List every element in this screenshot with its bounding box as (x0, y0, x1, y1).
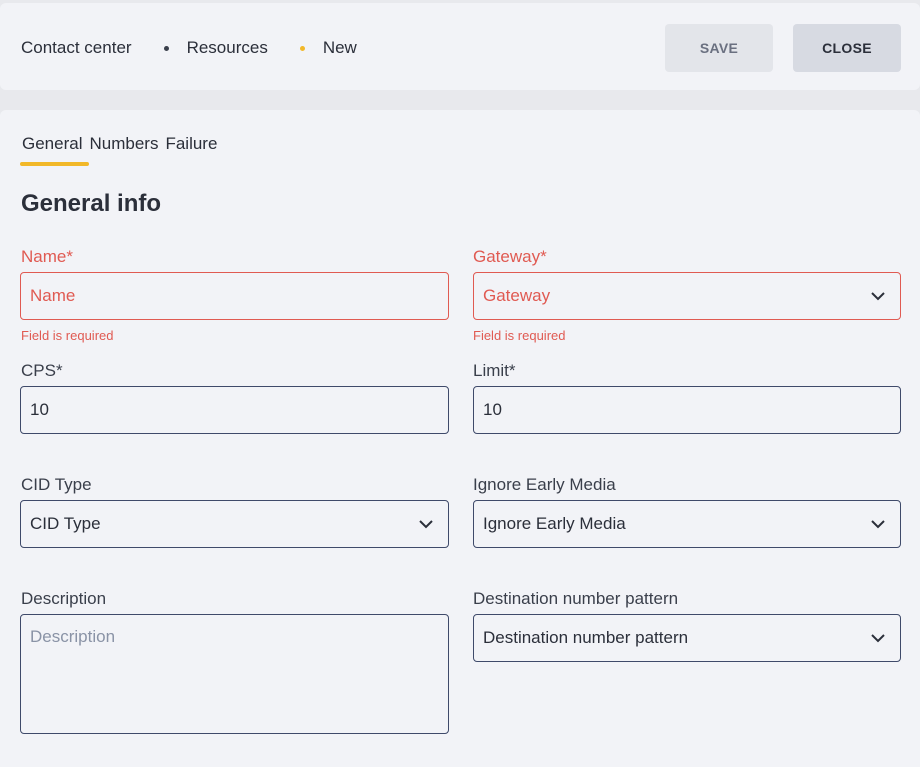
destination-pattern-label: Destination number pattern (473, 589, 679, 608)
breadcrumb-item-contact-center[interactable]: Contact center (21, 38, 132, 58)
cps-label: CPS* (21, 361, 63, 380)
limit-label: Limit* (473, 361, 516, 380)
name-placeholder: Name (30, 286, 76, 305)
ignore-early-media-value: Ignore Early Media (483, 514, 626, 533)
ignore-early-media-select[interactable]: Ignore Early Media (473, 500, 901, 548)
form-panel: General Numbers Failure General info Nam… (0, 110, 920, 767)
cid-type-label: CID Type (21, 475, 92, 494)
section-title: General info (21, 190, 162, 217)
gateway-select[interactable]: Gateway (473, 272, 901, 320)
cid-type-select[interactable]: CID Type (20, 500, 449, 548)
tab-bar: General Numbers Failure (22, 134, 224, 154)
chevron-down-icon (871, 520, 885, 529)
breadcrumb-item-new: New (322, 38, 357, 57)
cps-input[interactable]: 10 (20, 386, 449, 434)
active-tab-indicator (20, 162, 89, 166)
chevron-down-icon (871, 292, 885, 301)
close-button[interactable]: CLOSE (793, 24, 901, 72)
gateway-placeholder: Gateway (483, 286, 551, 305)
ignore-early-media-label: Ignore Early Media (473, 475, 616, 494)
chevron-down-icon (419, 520, 433, 529)
name-label: Name* (21, 247, 73, 266)
gateway-label: Gateway* (473, 247, 547, 266)
description-placeholder: Description (30, 627, 116, 646)
breadcrumb-item-resources[interactable]: Resources (187, 38, 268, 58)
description-label: Description (21, 589, 107, 608)
save-button[interactable]: SAVE (665, 24, 773, 72)
limit-value: 10 (483, 400, 502, 419)
breadcrumb-active-dot (299, 45, 305, 51)
limit-input[interactable]: 10 (473, 386, 901, 434)
breadcrumb: Contact center Resources New (21, 38, 357, 58)
destination-pattern-select[interactable]: Destination number pattern (473, 614, 901, 662)
gateway-error-text: Field is required (473, 328, 566, 343)
chevron-down-icon (871, 634, 885, 643)
name-error-text: Field is required (21, 328, 114, 343)
destination-pattern-value: Destination number pattern (483, 628, 689, 647)
tab-numbers[interactable]: Numbers (89, 134, 158, 154)
name-input[interactable]: Name (20, 272, 449, 320)
tab-general[interactable]: General (22, 134, 82, 154)
cps-value: 10 (30, 400, 49, 419)
description-textarea[interactable]: Description (20, 614, 449, 734)
breadcrumb-separator-dot (163, 45, 169, 51)
header-bar: Contact center Resources New SAVE CLOSE (0, 3, 920, 90)
tab-failure[interactable]: Failure (165, 134, 217, 154)
cid-type-value: CID Type (30, 514, 101, 533)
